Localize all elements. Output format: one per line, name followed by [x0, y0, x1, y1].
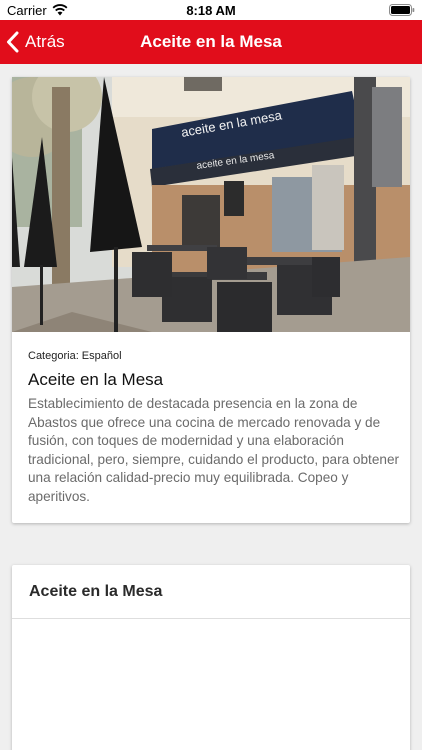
map-card-title: Aceite en la Mesa [29, 583, 163, 600]
navigation-bar: Atrás Aceite en la Mesa [0, 20, 422, 64]
restaurant-photo: aceite en la mesa aceite en la mesa [12, 77, 410, 332]
chevron-left-icon [7, 31, 19, 53]
map-area[interactable] [12, 619, 410, 750]
status-time: 8:18 AM [186, 3, 236, 18]
category-label: Categoria: Español [28, 350, 122, 362]
status-bar: Carrier 8:18 AM [0, 0, 422, 20]
battery-icon [389, 4, 415, 16]
venue-description: Establecimiento de destacada presencia e… [28, 396, 400, 504]
back-label: Atrás [25, 32, 65, 51]
restaurant-detail-card: aceite en la mesa aceite en la mesa Cate… [12, 77, 410, 523]
venue-name: Aceite en la Mesa [28, 370, 164, 389]
back-button[interactable]: Atrás [6, 20, 65, 64]
map-card: Aceite en la Mesa [12, 565, 410, 750]
